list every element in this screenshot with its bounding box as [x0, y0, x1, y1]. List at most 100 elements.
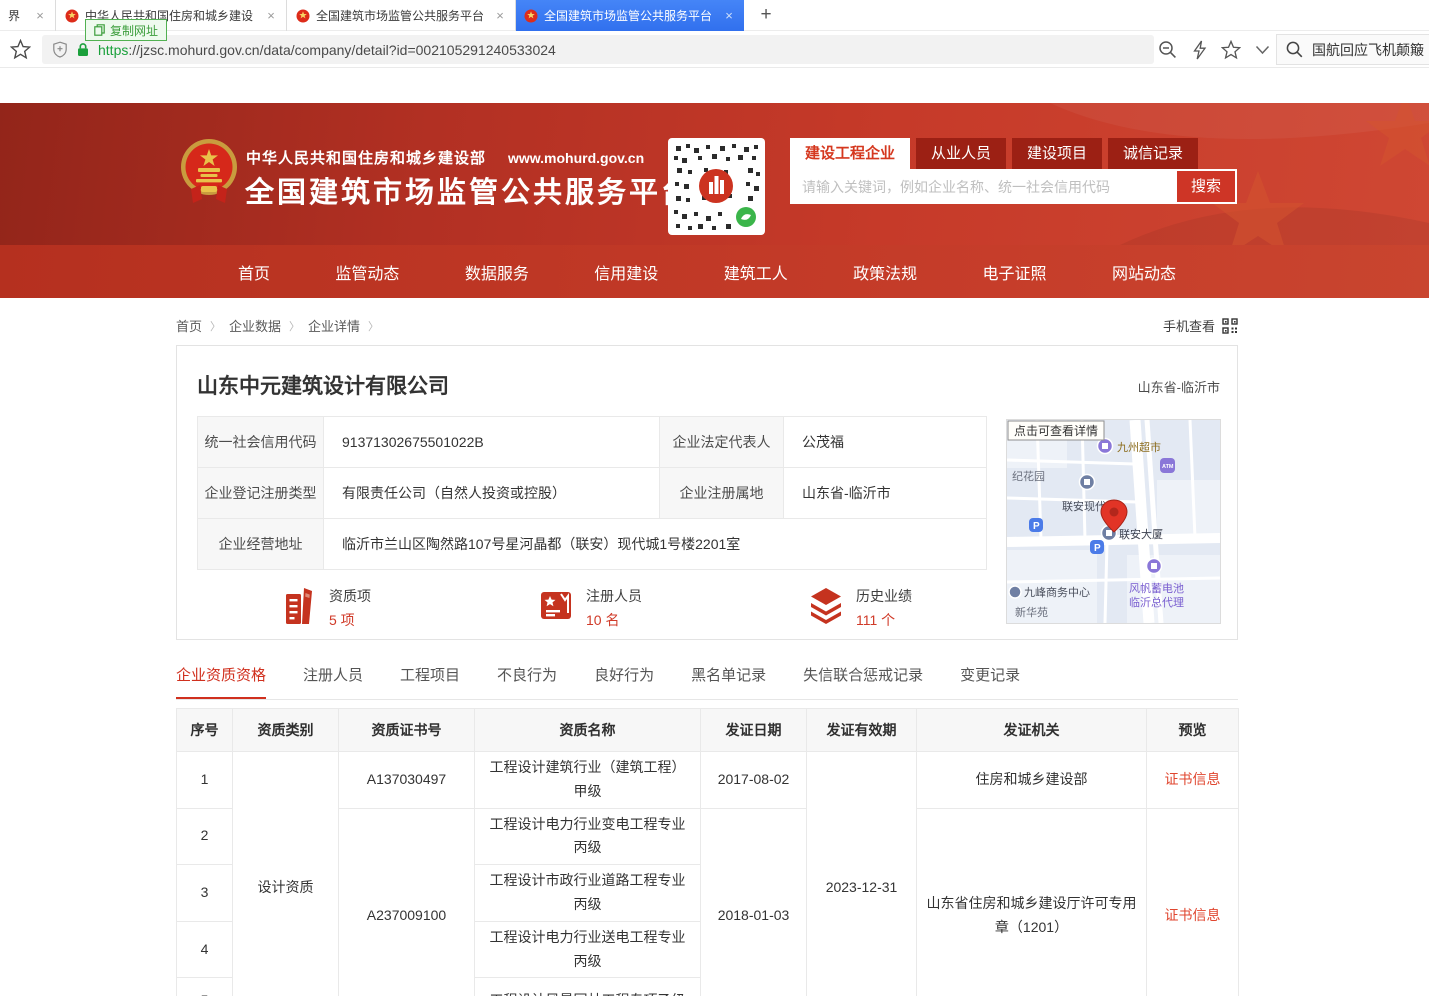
ministry-title: 中华人民共和国住房和城乡建设部www.mohurd.gov.cn — [246, 147, 644, 168]
info-label: 企业登记注册类型 — [198, 468, 324, 519]
row-no: 2 — [177, 808, 233, 865]
layers-icon — [807, 586, 845, 624]
map-label-battery-2: 临沂总代理 — [1129, 595, 1184, 609]
close-icon[interactable]: × — [493, 8, 507, 23]
col-header-cert-no: 资质证书号 — [339, 709, 475, 752]
tab-blacklist[interactable]: 黑名单记录 — [691, 664, 766, 699]
new-tab-button[interactable]: + — [752, 2, 780, 29]
nav-item-supervision[interactable]: 监管动态 — [335, 260, 399, 284]
breadcrumb-separator: 〉 — [368, 318, 379, 334]
tab-title: 全国建筑市场监管公共服务平台 — [544, 7, 716, 24]
mobile-view[interactable]: 手机查看 — [1156, 316, 1238, 335]
qualification-table: 序号 资质类别 资质证书号 资质名称 发证日期 发证有效期 发证机关 预览 1 … — [176, 708, 1239, 996]
nav-item-ecert[interactable]: 电子证照 — [983, 260, 1047, 284]
col-header-preview: 预览 — [1147, 709, 1239, 752]
browser-tab-partial[interactable]: 界 × — [0, 0, 56, 31]
building-icon — [282, 586, 318, 626]
tab-change-records[interactable]: 变更记录 — [960, 664, 1020, 699]
stat-value: 5 项 — [329, 610, 371, 630]
favorite-star-icon[interactable] — [1221, 40, 1241, 60]
address-bar-actions — [1158, 40, 1270, 60]
validity-date: 2023-12-31 — [807, 752, 917, 996]
close-icon[interactable]: × — [33, 8, 47, 23]
qualification-category: 设计资质 — [233, 752, 339, 996]
close-icon[interactable]: × — [264, 8, 278, 23]
close-icon[interactable]: × — [722, 8, 736, 23]
site-favicon-emblem-icon — [65, 9, 79, 23]
copy-url-label: 复制网址 — [110, 22, 158, 39]
browser-tab-jzsc-1[interactable]: 全国建筑市场监管公共服务平台 × — [288, 0, 516, 31]
issuing-authority: 山东省住房和城乡建设厅许可专用章（1201） — [917, 808, 1147, 996]
copy-icon — [94, 24, 105, 36]
map-poi-icon — [1009, 586, 1021, 598]
tab-good-behavior[interactable]: 良好行为 — [594, 664, 654, 699]
table-row: 企业登记注册类型 有限责任公司（自然人投资或控股） 企业注册属地 山东省-临沂市 — [198, 468, 987, 519]
search-tab-enterprise[interactable]: 建设工程企业 — [790, 138, 910, 169]
browser-tab-jzsc-active[interactable]: 全国建筑市场监管公共服务平台 × — [516, 0, 744, 31]
company-info-table: 统一社会信用代码 91371302675501022B 企业法定代表人 公茂福 … — [197, 416, 987, 570]
tab-bad-behavior[interactable]: 不良行为 — [497, 664, 557, 699]
map-label-tower: 联安大厦 — [1119, 527, 1163, 541]
registration-region-value: 山东省-临沂市 — [784, 468, 987, 519]
zoom-out-icon[interactable] — [1158, 40, 1178, 60]
tab-projects[interactable]: 工程项目 — [400, 664, 460, 699]
company-card: 山东中元建筑设计有限公司 山东省-临沂市 统一社会信用代码 9137130267… — [176, 345, 1238, 640]
col-header-name: 资质名称 — [475, 709, 701, 752]
nav-item-workers[interactable]: 建筑工人 — [724, 260, 788, 284]
search-button[interactable]: 搜索 — [1175, 169, 1237, 204]
tab-qualifications[interactable]: 企业资质资格 — [176, 664, 266, 699]
search-tab-credit[interactable]: 诚信记录 — [1108, 138, 1198, 169]
col-header-issue-date: 发证日期 — [701, 709, 807, 752]
copy-url-tooltip[interactable]: 复制网址 — [85, 19, 167, 41]
search-tab-project[interactable]: 建设项目 — [1012, 138, 1102, 169]
info-label: 企业法定代表人 — [660, 417, 784, 468]
nav-item-site-news[interactable]: 网站动态 — [1112, 260, 1176, 284]
col-header-authority: 发证机关 — [917, 709, 1147, 752]
main-nav: 首页 监管动态 数据服务 信用建设 建筑工人 政策法规 电子证照 网站动态 — [0, 245, 1429, 298]
stat-registered-personnel[interactable]: 注册人员 10 名 — [537, 586, 642, 630]
stat-qualifications[interactable]: 资质项 5 项 — [282, 586, 371, 630]
table-row: 企业经营地址 临沂市兰山区陶然路107号星河晶都（联安）现代城1号楼2201室 — [198, 519, 987, 570]
header-search-row: 搜索 — [790, 169, 1237, 204]
breadcrumb-company-data[interactable]: 企业数据 — [229, 316, 281, 335]
tab-registered-personnel[interactable]: 注册人员 — [303, 664, 363, 699]
table-row: 统一社会信用代码 91371302675501022B 企业法定代表人 公茂福 — [198, 417, 987, 468]
secure-lock-icon[interactable] — [76, 42, 90, 57]
breadcrumb-company-detail[interactable]: 企业详情 — [308, 316, 360, 335]
table-header-row: 序号 资质类别 资质证书号 资质名称 发证日期 发证有效期 发证机关 预览 — [177, 709, 1239, 752]
info-label: 企业经营地址 — [198, 519, 324, 570]
hot-search-box[interactable]: 国航回应飞机颠簸 — [1276, 34, 1429, 65]
map-tooltip: 点击可查看详情 — [1014, 423, 1098, 438]
legal-rep-value: 公茂福 — [784, 417, 987, 468]
shield-icon[interactable] — [52, 41, 68, 58]
url-field[interactable]: https://jzsc.mohurd.gov.cn/data/company/… — [42, 35, 1154, 64]
nav-item-policy[interactable]: 政策法规 — [853, 260, 917, 284]
bookmark-star-icon[interactable] — [10, 39, 31, 60]
cert-no: A137030497 — [339, 752, 475, 809]
row-no: 5 — [177, 978, 233, 996]
stat-historical-projects[interactable]: 历史业绩 111 个 — [807, 586, 912, 630]
ministry-site-url: www.mohurd.gov.cn — [508, 150, 644, 166]
map-label-battery-1: 风帆蓄电池 — [1129, 581, 1184, 595]
browser-tab-bar: 界 × 中华人民共和国住房和城乡建设 × 全国建筑市场监管公共服务平台 × 全国… — [0, 0, 1429, 31]
cert-info-link[interactable]: 证书信息 — [1165, 907, 1221, 923]
site-favicon-emblem-icon — [296, 9, 310, 23]
search-icon — [1286, 41, 1303, 58]
company-region: 山东省-临沂市 — [1138, 377, 1220, 396]
lightning-icon[interactable] — [1192, 40, 1207, 60]
url-text: https://jzsc.mohurd.gov.cn/data/company/… — [98, 42, 556, 58]
keyword-search-input[interactable] — [790, 169, 1170, 204]
nav-item-credit[interactable]: 信用建设 — [594, 260, 658, 284]
map-label-supermarket: 九州超市 — [1117, 440, 1161, 454]
search-tab-personnel[interactable]: 从业人员 — [916, 138, 1006, 169]
nav-item-data-service[interactable]: 数据服务 — [465, 260, 529, 284]
map-label-business-center: 九峰商务中心 — [1024, 585, 1090, 599]
breadcrumb-home[interactable]: 首页 — [176, 316, 202, 335]
chevron-down-icon[interactable] — [1255, 45, 1270, 55]
location-map[interactable]: 纪花园 九州超市 ATM 联安现代城 P P 联安大厦 九峰商务中心 — [1006, 419, 1221, 624]
cert-info-link[interactable]: 证书信息 — [1165, 771, 1221, 787]
tab-dishonesty[interactable]: 失信联合惩戒记录 — [803, 664, 923, 699]
qualification-name: 工程设计市政行业道路工程专业丙级 — [475, 865, 701, 922]
company-name: 山东中元建筑设计有限公司 — [197, 370, 449, 400]
nav-item-home[interactable]: 首页 — [238, 260, 270, 284]
